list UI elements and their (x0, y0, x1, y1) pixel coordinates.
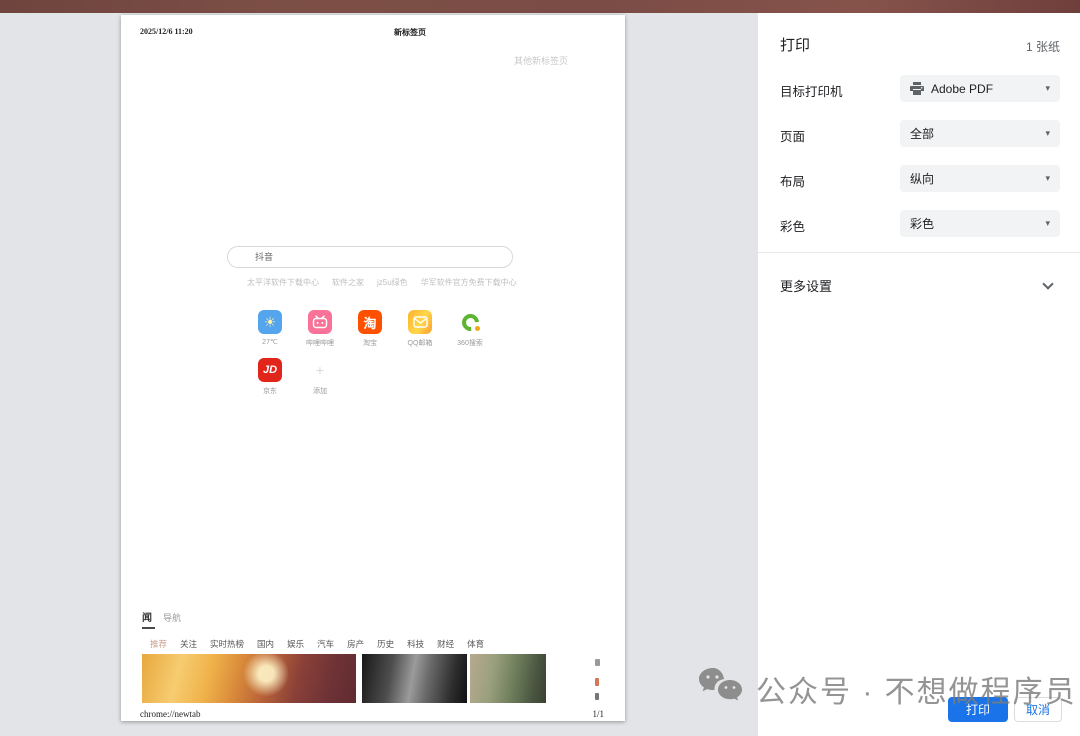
jd-glyph: JD (263, 364, 277, 376)
suggestion-link: 华军软件官方免费下载中心 (421, 277, 517, 288)
sun-glyph: ☀ (264, 314, 277, 331)
category-tab: 娱乐 (287, 638, 304, 650)
news-thumbnail-street (470, 654, 546, 703)
category-tab: 历史 (377, 638, 394, 650)
selected-tab-underline (142, 627, 155, 629)
browser-top-strip (0, 0, 1080, 13)
shortcut-add: + 添加 (295, 358, 345, 396)
layout-value: 纵向 (910, 170, 934, 187)
print-settings-panel: 打印 1 张纸 目标打印机 Adobe PDF ▾ 页面 全部 ▾ 布局 纵向 … (758, 13, 1080, 736)
news-tab-selected: 闻 (142, 609, 152, 624)
print-footer-page-number: 1/1 (592, 709, 604, 719)
add-plus-icon: + (308, 358, 332, 382)
suggestion-link: 太平洋软件下载中心 (247, 277, 319, 288)
suggestion-link: 软件之家 (332, 277, 364, 288)
search-box: 抖音 (227, 246, 513, 268)
more-settings-row[interactable]: 更多设置 (758, 268, 1080, 302)
pages-label: 页面 (780, 126, 805, 145)
settings-divider (758, 252, 1080, 253)
print-header-title: 新标签页 (394, 27, 426, 38)
shortcut-label: 添加 (313, 386, 327, 396)
destination-value: Adobe PDF (931, 82, 993, 96)
pages-value: 全部 (910, 125, 934, 142)
news-tab-nav: 导航 (163, 611, 181, 624)
category-tab: 体育 (467, 638, 484, 650)
news-section-tabs: 闻 导航 (142, 609, 181, 624)
destination-label: 目标打印机 (780, 81, 843, 100)
bilibili-tv-icon (308, 310, 332, 334)
jd-icon: JD (258, 358, 282, 382)
taobao-icon: 淘 (358, 310, 382, 334)
print-dialog-title: 打印 (780, 34, 810, 55)
color-label: 彩色 (780, 216, 805, 235)
page-corner-link: 其他新标签页 (514, 54, 568, 67)
print-footer-url: chrome://newtab (140, 709, 200, 719)
shortcut-qqmail: QQ邮箱 (395, 310, 445, 348)
category-tab: 推荐 (150, 638, 167, 650)
pages-dropdown[interactable]: 全部 ▾ (900, 120, 1060, 147)
caret-down-icon: ▾ (1045, 173, 1050, 184)
color-value: 彩色 (910, 215, 934, 232)
news-category-tabs: 推荐 关注 实时热榜 国内 娱乐 汽车 房产 历史 科技 财经 体育 (150, 638, 484, 650)
shortcut-taobao: 淘 淘宝 (345, 310, 395, 348)
caret-down-icon: ▾ (1045, 83, 1050, 94)
360-search-icon (458, 310, 482, 334)
category-tab: 关注 (180, 638, 197, 650)
category-tab: 实时热榜 (210, 638, 244, 650)
shortcut-label: 27℃ (262, 338, 278, 346)
suggestion-link: jz5u绿色 (377, 277, 408, 288)
shortcut-weather: ☀ 27℃ (245, 310, 295, 348)
layout-dropdown[interactable]: 纵向 ▾ (900, 165, 1060, 192)
more-settings-label: 更多设置 (780, 276, 832, 295)
shortcut-bilibili: 哔哩哔哩 (295, 310, 345, 348)
search-suggestion-links: 太平洋软件下载中心 软件之家 jz5u绿色 华军软件官方免费下载中心 (247, 277, 517, 288)
search-query-text: 抖音 (228, 247, 512, 267)
category-tab: 财经 (437, 638, 454, 650)
destination-dropdown[interactable]: Adobe PDF ▾ (900, 75, 1060, 102)
shortcut-label: 360搜索 (457, 338, 483, 348)
print-button[interactable]: 打印 (948, 697, 1008, 722)
category-tab: 房产 (347, 638, 364, 650)
shortcut-label: 京东 (263, 386, 277, 396)
category-tab: 汽车 (317, 638, 334, 650)
shortcut-360search: 360搜索 (445, 310, 495, 348)
sheet-count: 1 张纸 (1026, 38, 1060, 55)
print-preview-page: 2025/12/6 11:20 新标签页 其他新标签页 抖音 太平洋软件下载中心… (121, 15, 625, 721)
weather-sun-icon: ☀ (258, 310, 282, 334)
mail-envelope-icon (408, 310, 432, 334)
plus-glyph: + (316, 362, 324, 378)
shortcut-label: QQ邮箱 (408, 338, 433, 348)
cancel-button[interactable]: 取消 (1014, 697, 1062, 722)
layout-label: 布局 (780, 171, 805, 190)
category-tab: 科技 (407, 638, 424, 650)
color-dropdown[interactable]: 彩色 ▾ (900, 210, 1060, 237)
shortcut-row-1: ☀ 27℃ 哔哩哔哩 淘 淘宝 QQ邮箱 360搜索 (245, 310, 495, 348)
print-preview-area: 2025/12/6 11:20 新标签页 其他新标签页 抖音 太平洋软件下载中心… (0, 13, 758, 736)
shortcut-label: 哔哩哔哩 (306, 338, 334, 348)
news-thumbnail-anime (142, 654, 356, 703)
chevron-down-icon (1042, 278, 1053, 289)
taobao-glyph: 淘 (363, 313, 376, 332)
shortcut-jd: JD 京东 (245, 358, 295, 396)
shortcut-label: 淘宝 (363, 338, 377, 348)
news-thumbnail-bw (362, 654, 467, 703)
print-header-date: 2025/12/6 11:20 (140, 27, 193, 36)
category-tab: 国内 (257, 638, 274, 650)
caret-down-icon: ▾ (1045, 218, 1050, 229)
printer-icon (910, 82, 924, 95)
caret-down-icon: ▾ (1045, 128, 1050, 139)
clipped-text-marks (595, 659, 601, 700)
shortcut-row-2: JD 京东 + 添加 (245, 358, 345, 396)
